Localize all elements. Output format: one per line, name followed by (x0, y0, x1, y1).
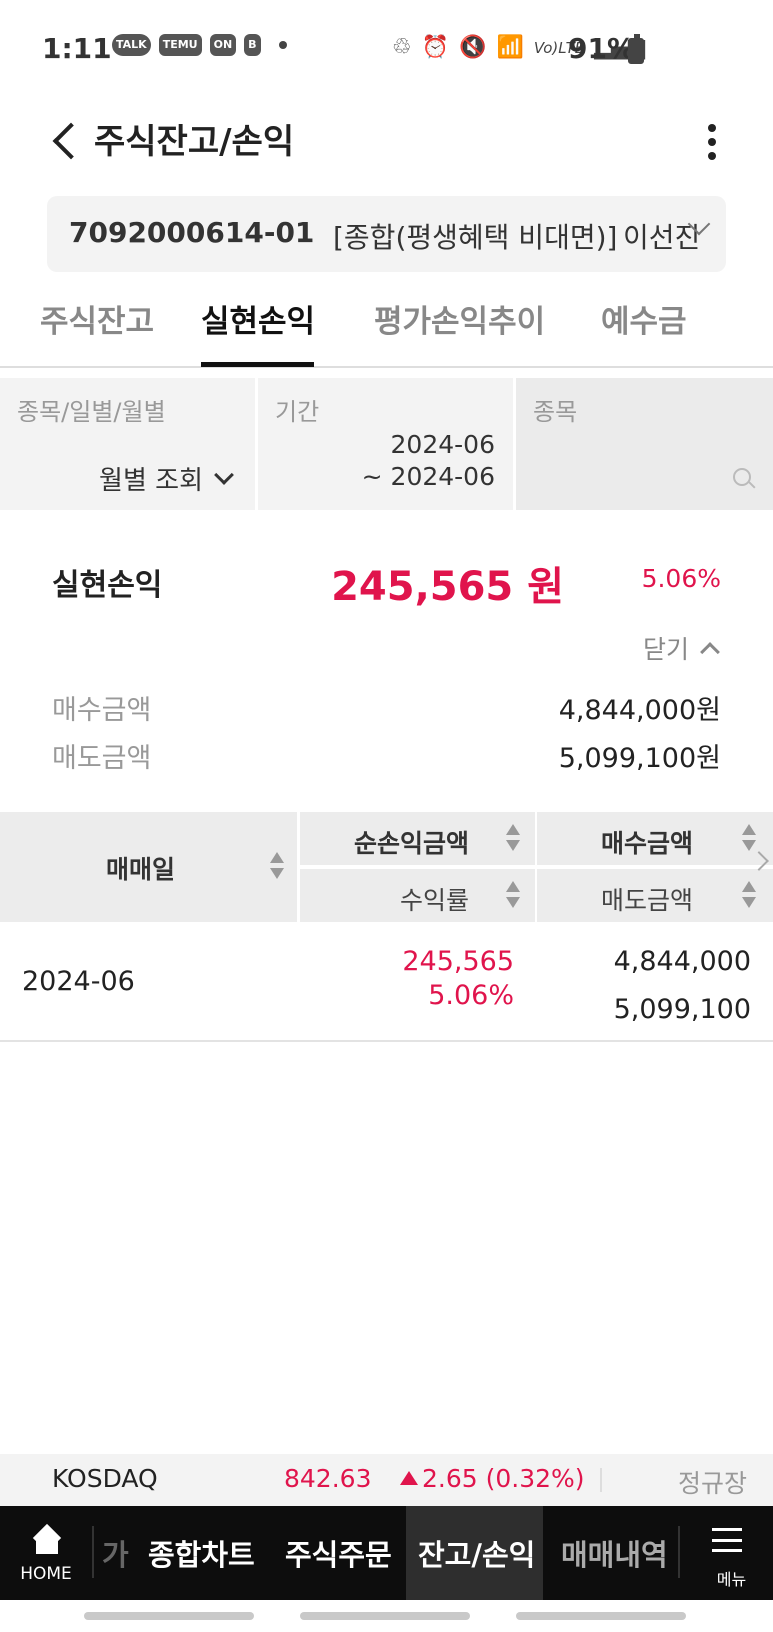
collapse-label: 닫기 (642, 635, 689, 664)
home-icon (33, 1530, 61, 1554)
row-buy-amount: 4,844,000 (613, 946, 751, 977)
b-app-icon: B (244, 34, 261, 56)
alarm-icon: ⏰ (421, 35, 450, 60)
on-app-icon: ON (209, 34, 237, 56)
nav-item-balance[interactable]: 잔고/손익 (418, 1532, 535, 1574)
chevron-down-icon (214, 464, 234, 485)
period-label: 기간 (275, 398, 320, 426)
account-selector[interactable]: 7092000614-01 [종합(평생혜택 비대면)] 이선진 (47, 196, 726, 272)
nav-item-partial[interactable]: 가 (102, 1532, 129, 1574)
table-row[interactable]: 2024-06 245,565 5.06% 4,844,000 5,099,10… (0, 922, 773, 1042)
filter-row: 종목/일별/월별 월별 조회 기간 2024-06 ~ 2024-06 종목 (0, 378, 773, 510)
buy-amount-label: 매수금액 (52, 695, 152, 726)
kakaotalk-icon: TALK (112, 34, 151, 56)
menu-label: 메뉴 (716, 1570, 747, 1589)
tab-bar: 주식잔고 실현손익 평가손익추이 예수금 (0, 280, 773, 368)
header-return-rate-label: 수익률 (399, 886, 469, 915)
sort-icon (505, 881, 521, 911)
header-net-pnl[interactable]: 순손익금액 (300, 812, 535, 865)
home-label: HOME (20, 1564, 72, 1584)
battery-percent: 91% (568, 32, 636, 65)
tab-stock-balance[interactable]: 주식잔고 (40, 296, 154, 341)
row-return-rate: 5.06% (428, 980, 514, 1011)
row-sell-amount: 5,099,100 (613, 994, 751, 1025)
nav-item-order[interactable]: 주식주문 (285, 1532, 392, 1574)
status-bar: 1:11 TALK TEMU ON B ♲ ⏰ 🔇 📶 Vo)LTE ▂▄▆ 9… (0, 0, 773, 100)
view-mode-filter[interactable]: 종목/일별/월별 월별 조회 (0, 378, 255, 510)
summary-label: 실현손익 (52, 568, 163, 603)
sell-amount-value: 5,099,100원 (558, 743, 721, 774)
nav-divider (92, 1526, 94, 1578)
monthly-view-value: 월별 조회 (99, 466, 203, 496)
table-header: 매매일 순손익금액 수익률 매수금액 매도금액 (0, 812, 773, 922)
row-trade-date: 2024-06 (22, 966, 135, 997)
header-net-pnl-label: 순손익금액 (353, 829, 469, 858)
battery-saver-icon: ♲ (391, 35, 412, 60)
stock-label: 종목 (533, 398, 578, 426)
ticker-divider (600, 1468, 602, 1492)
sort-icon (741, 881, 757, 911)
gesture-handle[interactable] (84, 1612, 254, 1620)
period-filter[interactable]: 기간 2024-06 ~ 2024-06 (258, 378, 513, 510)
tab-deposit[interactable]: 예수금 (601, 296, 687, 341)
ticker-change-value: 2.65 (0.32%) (422, 1464, 585, 1493)
view-mode-label: 종목/일별/월별 (17, 398, 166, 426)
gesture-bar (0, 1600, 773, 1632)
monthly-view-select[interactable]: 월별 조회 (99, 460, 234, 497)
menu-button[interactable]: 메뉴 (690, 1506, 773, 1600)
nav-divider (678, 1526, 680, 1578)
ticker-index-name: KOSDAQ (52, 1464, 158, 1493)
status-time: 1:11 (42, 32, 112, 65)
battery-icon (628, 34, 644, 64)
sort-icon (505, 824, 521, 854)
nav-item-chart[interactable]: 종합차트 (148, 1532, 255, 1574)
period-to: ~ 2024-06 (361, 462, 495, 491)
back-arrow-icon[interactable] (44, 116, 80, 168)
realized-pnl-amount: 245,565 원 (331, 564, 564, 610)
sort-icon (269, 852, 285, 882)
mute-icon: 🔇 (459, 35, 487, 60)
tab-realized-pnl[interactable]: 실현손익 (201, 296, 315, 341)
chevron-up-icon (700, 642, 720, 662)
gesture-handle[interactable] (300, 1612, 470, 1620)
nav-item-history[interactable]: 매매내역 (561, 1532, 668, 1574)
header-buy-amount[interactable]: 매수금액 (537, 812, 773, 865)
home-button[interactable]: HOME (0, 1506, 92, 1600)
realized-pnl-rate: 5.06% (641, 564, 721, 593)
collapse-toggle[interactable]: 닫기 (642, 630, 720, 666)
ticker-change: 2.65 (0.32%) (400, 1464, 585, 1493)
sell-amount-label: 매도금액 (52, 743, 152, 774)
header-sell-amount-label: 매도금액 (600, 886, 693, 915)
gesture-handle[interactable] (516, 1612, 686, 1620)
header-return-rate[interactable]: 수익률 (300, 869, 535, 922)
stock-search-filter[interactable]: 종목 (516, 378, 773, 510)
header-trade-date[interactable]: 매매일 (0, 812, 297, 922)
more-options-icon[interactable] (696, 112, 728, 172)
page-title: 주식잔고/손익 (94, 122, 295, 162)
search-icon[interactable] (733, 468, 751, 486)
header-trade-date-label: 매매일 (106, 855, 176, 884)
period-from: 2024-06 (390, 430, 495, 459)
chevron-down-icon (685, 212, 715, 242)
wifi-icon: 📶 (496, 35, 524, 60)
bottom-navigation: HOME 가 종합차트 주식주문 잔고/손익 매매내역 메뉴 (0, 1506, 773, 1600)
index-ticker[interactable]: KOSDAQ 842.63 2.65 (0.32%) 정규장 (0, 1454, 773, 1506)
status-app-icons: TALK TEMU ON B (112, 34, 287, 56)
account-type: [종합(평생혜택 비대면)] (333, 221, 618, 254)
account-number: 7092000614-01 (69, 216, 315, 249)
temu-icon: TEMU (158, 34, 202, 56)
hamburger-menu-icon (712, 1528, 742, 1552)
up-arrow-icon (400, 1471, 418, 1485)
buy-amount-value: 4,844,000원 (558, 695, 721, 726)
active-tab-indicator (201, 362, 314, 367)
ticker-index-value: 842.63 (284, 1464, 372, 1493)
ticker-session: 정규장 (677, 1469, 747, 1498)
app-header: 주식잔고/손익 (0, 100, 773, 190)
header-buy-amount-label: 매수금액 (600, 829, 693, 858)
sort-icon (741, 824, 757, 854)
header-sell-amount[interactable]: 매도금액 (537, 869, 773, 922)
row-net-pnl: 245,565 (402, 946, 514, 977)
more-notifications-icon (278, 41, 287, 49)
tab-valuation-trend[interactable]: 평가손익추이 (374, 296, 545, 341)
